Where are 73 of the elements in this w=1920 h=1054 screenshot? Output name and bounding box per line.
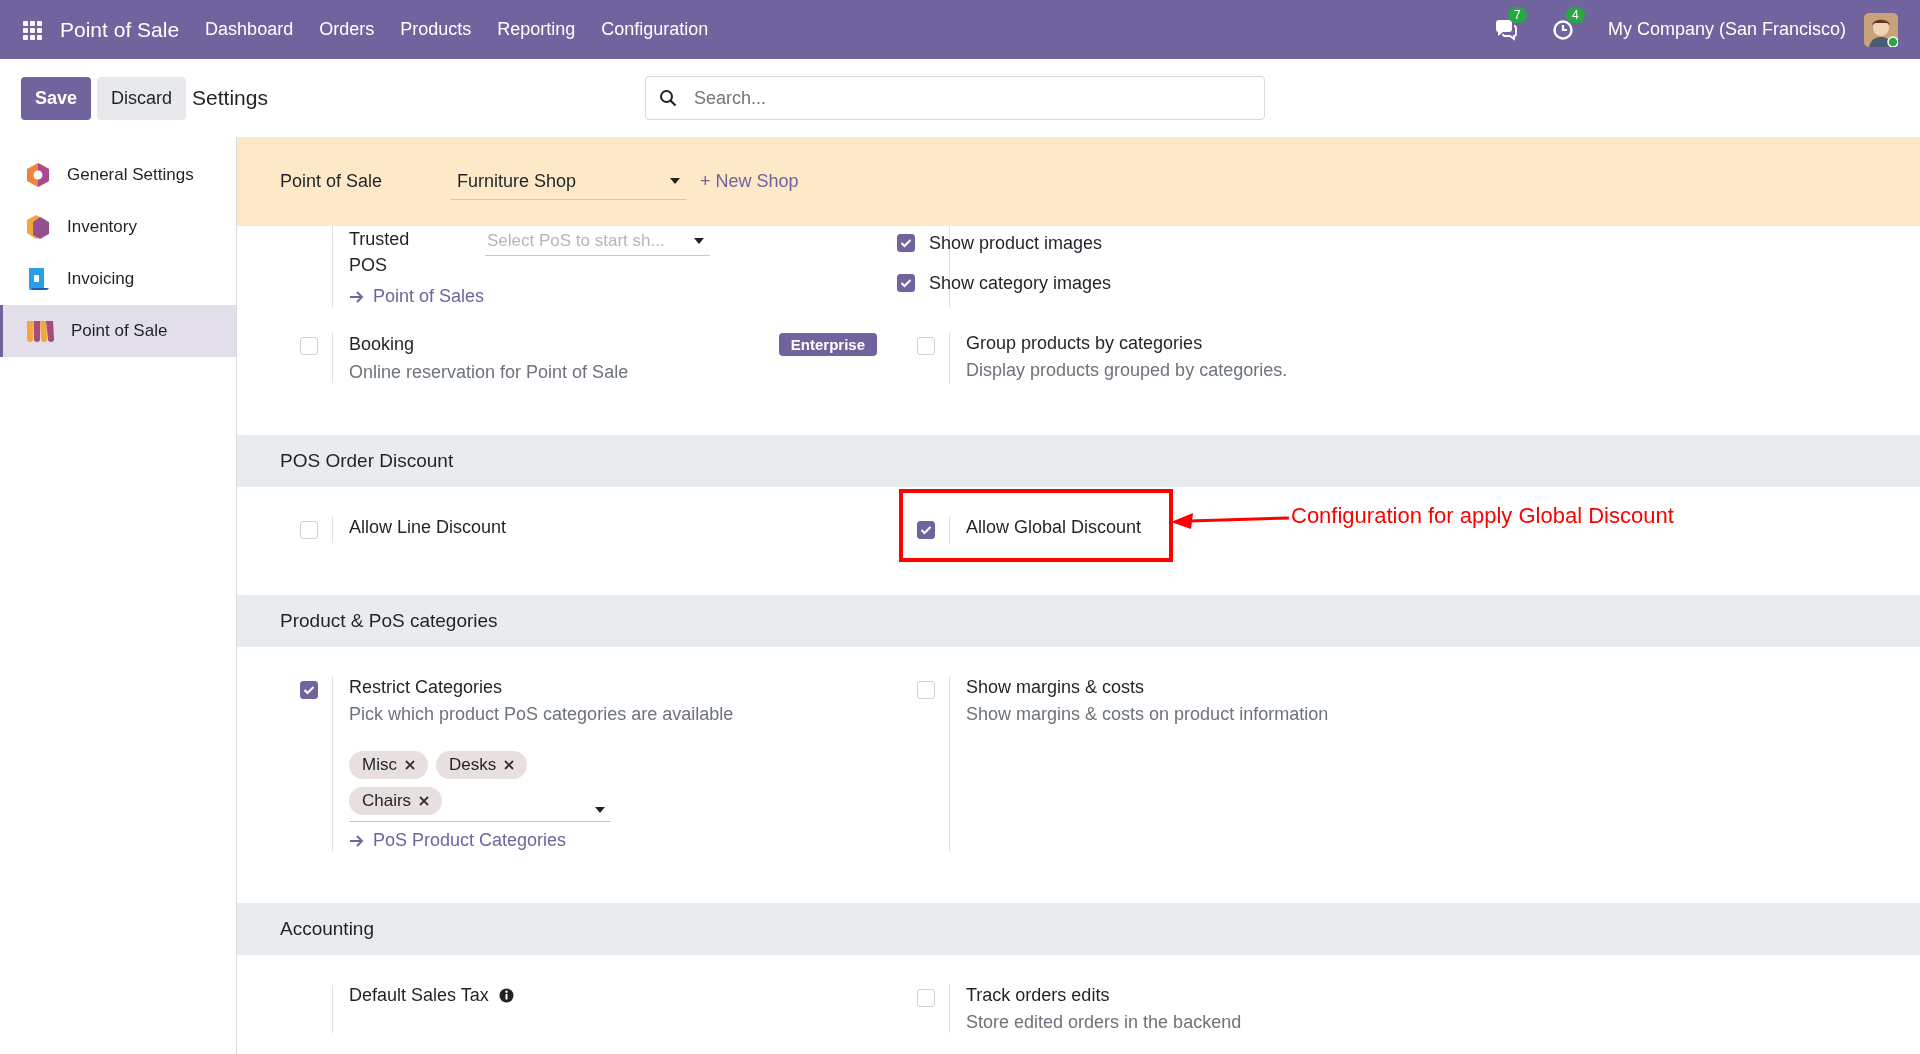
count-badge: 7: [1507, 6, 1527, 23]
check-icon: [303, 685, 315, 696]
caret-icon: [670, 178, 680, 184]
setting-description: Online reservation for Point of Sale: [349, 362, 630, 384]
save-button[interactable]: Save: [21, 76, 92, 120]
company-switcher[interactable]: My Company (San Francisco): [1607, 19, 1846, 40]
search-icon: [659, 89, 678, 107]
new-shop-link[interactable]: + New Shop: [700, 171, 799, 192]
app-name[interactable]: Point of Sale: [60, 17, 180, 42]
option-label: Show product images: [929, 232, 1103, 254]
caret-icon: [595, 807, 605, 814]
info-icon[interactable]: [498, 988, 514, 1004]
check-icon: [920, 525, 932, 536]
sidebar-item[interactable]: General Settings: [0, 149, 236, 201]
remove-icon[interactable]: [419, 796, 430, 807]
arrow-icon: [349, 289, 365, 304]
shop-select[interactable]: Furniture Shop: [451, 163, 686, 200]
setting-description: Store edited orders in the backend: [966, 1012, 1243, 1034]
sidebar-item[interactable]: Invoicing: [0, 253, 236, 305]
sidebar-item[interactable]: Inventory: [0, 201, 236, 253]
discard-button[interactable]: Discard: [97, 76, 187, 120]
arrow-icon: [349, 833, 365, 848]
clock-icon[interactable]: [1551, 18, 1574, 41]
enterprise-badge: Enterprise: [778, 333, 877, 357]
setting-label: Group products by categories: [966, 333, 1203, 355]
setting-label: Allow Line Discount: [349, 517, 507, 539]
setting-label: Show margins & costs: [966, 677, 1145, 699]
category-tags-field[interactable]: Misc Desks Chairs: [349, 743, 611, 823]
caret-icon: [694, 238, 704, 244]
chat-icon[interactable]: [1493, 18, 1518, 41]
setting-label: Restrict Categories: [349, 677, 503, 699]
section-header: POS Order Discount: [237, 435, 1920, 488]
setting-description: Show margins & costs on product information: [966, 704, 1330, 726]
checkbox[interactable]: [897, 274, 915, 292]
cube-icon: [25, 214, 51, 240]
search-field[interactable]: Search...: [645, 76, 1266, 120]
remove-icon[interactable]: [504, 760, 515, 771]
nav-menu-item[interactable]: Products: [400, 19, 472, 40]
point-of-sales-link[interactable]: Point of Sales: [349, 286, 877, 308]
checkbox[interactable]: [300, 681, 318, 700]
hexagon-icon: [25, 162, 51, 188]
setting-label: Track orders edits: [966, 985, 1110, 1007]
remove-icon[interactable]: [404, 760, 415, 771]
banner-title: Point of Sale: [280, 171, 384, 192]
tag-label: Chairs: [362, 791, 412, 812]
section-header: Accounting: [237, 903, 1920, 956]
setting-label: Booking: [349, 334, 415, 356]
setting-label: Default Sales Tax: [349, 985, 489, 1007]
setting-label: Allow Global Discount: [966, 517, 1142, 539]
setting-description: Pick which product PoS categories are available: [349, 704, 735, 726]
nav-menu-item[interactable]: Configuration: [601, 19, 709, 40]
storefront-icon: [25, 319, 55, 343]
check-icon: [900, 278, 912, 288]
nav-menu-item[interactable]: Reporting: [497, 19, 576, 40]
breadcrumb: Settings: [192, 86, 269, 110]
sidebar-item[interactable]: Point of Sale: [0, 305, 236, 357]
nav-menu-item[interactable]: Dashboard: [205, 19, 294, 40]
tag-label: Misc: [362, 755, 397, 776]
setting-label: Trusted POS: [349, 228, 411, 278]
nav-menu-item[interactable]: Orders: [319, 19, 375, 40]
apps-menu-icon[interactable]: [22, 19, 42, 40]
tag-label: Desks: [448, 755, 497, 776]
section-header: Product & PoS categories: [237, 595, 1920, 648]
pos-select-field[interactable]: Select PoS to start sh...: [485, 226, 710, 256]
option-label: Show category images: [929, 272, 1112, 294]
count-badge: 4: [1565, 6, 1585, 23]
user-avatar[interactable]: [1864, 12, 1898, 47]
checkbox[interactable]: [897, 234, 915, 252]
check-icon: [900, 238, 912, 248]
checkbox[interactable]: [917, 521, 935, 540]
setting-description: Display products grouped by categories.: [966, 360, 1289, 382]
annotation-text: Configuration for apply Global Discount: [1291, 503, 1674, 530]
categories-link[interactable]: PoS Product Categories: [349, 830, 877, 852]
